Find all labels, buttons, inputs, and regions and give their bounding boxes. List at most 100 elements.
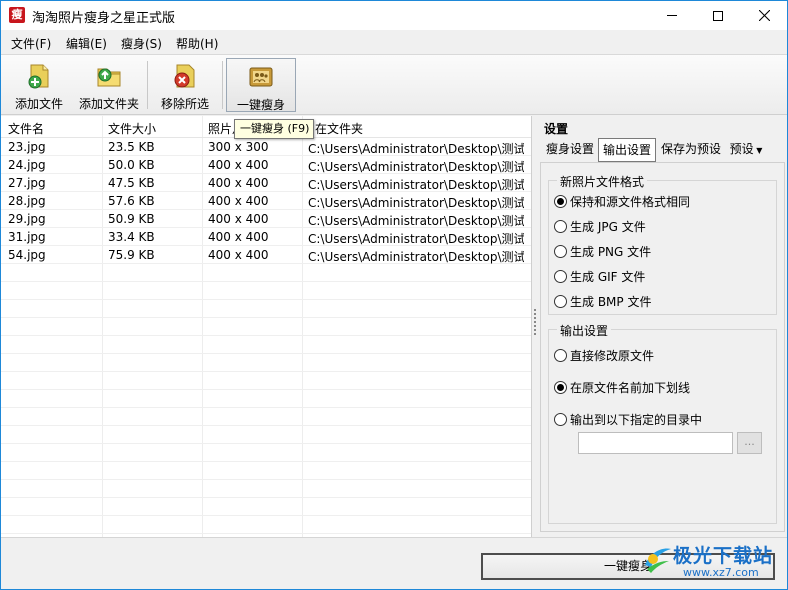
radio-circle	[554, 349, 567, 362]
empty-row	[1, 300, 531, 318]
cell-folder: C:\Users\Administrator\Desktop\测试...	[308, 142, 524, 156]
cell-folder: C:\Users\Administrator\Desktop\测试...	[308, 232, 524, 246]
radio-circle	[554, 381, 567, 394]
radio-label: 输出到以下指定的目录中	[570, 413, 703, 427]
radio-underscore-prefix[interactable]: 在原文件名前加下划线	[554, 379, 690, 396]
watermark-name: 极光下载站	[673, 545, 774, 567]
add-folder-icon	[97, 68, 121, 87]
tooltip: 一键瘦身 (F9)	[234, 119, 314, 139]
tab-output-settings[interactable]: 输出设置	[598, 138, 656, 162]
empty-row	[1, 390, 531, 408]
menu-help[interactable]: 帮助(H)	[176, 35, 218, 52]
minimize-button[interactable]	[649, 1, 695, 30]
cell-filename: 27.jpg	[8, 176, 46, 190]
window-title: 淘淘照片瘦身之星正式版	[32, 11, 176, 26]
cell-dimensions: 400 x 400	[208, 158, 269, 172]
table-row[interactable]: 24.jpg 50.0 KB 400 x 400 C:\Users\Administr…	[1, 156, 531, 174]
close-button[interactable]	[741, 1, 787, 30]
table-row[interactable]: 54.jpg 75.9 KB 400 x 400 C:\Users\Administr…	[1, 246, 531, 264]
empty-row	[1, 354, 531, 372]
one-click-slim-label: 一键瘦身	[236, 98, 285, 112]
table-row[interactable]: 27.jpg 47.5 KB 400 x 400 C:\Users\Administr…	[1, 174, 531, 192]
radio-label: 在原文件名前加下划线	[570, 381, 691, 395]
empty-row	[1, 372, 531, 390]
tab-preset[interactable]: 预设 ▼	[726, 138, 766, 162]
radio-label: 生成 GIF 文件	[570, 270, 646, 284]
photos-icon	[249, 67, 273, 87]
one-click-slim-button[interactable]: 一键瘦身	[226, 58, 296, 112]
radio-circle	[554, 195, 567, 208]
tab-preset-label: 预设	[729, 142, 754, 156]
header-filename[interactable]: 文件名	[8, 120, 98, 137]
watermark: 极光下载站 www.xz7.com	[641, 541, 786, 587]
toolbar-separator	[147, 61, 148, 109]
table-row[interactable]: 28.jpg 57.6 KB 400 x 400 C:\Users\Administr…	[1, 192, 531, 210]
cell-dimensions: 400 x 400	[208, 194, 269, 208]
header-folder[interactable]: 在文件夹	[315, 120, 363, 137]
file-table[interactable]: 文件名 文件大小 照片月 在文件夹 23.jpg 23.5 KB 300 x 300…	[1, 116, 532, 537]
cell-filesize: 50.0 KB	[108, 158, 155, 172]
radio-label: 直接修改原文件	[570, 349, 655, 363]
radio-circle	[554, 245, 567, 258]
cell-filename: 31.jpg	[8, 230, 46, 244]
empty-row	[1, 516, 531, 534]
empty-row	[1, 498, 531, 516]
radio-circle	[554, 413, 567, 426]
tab-save-preset[interactable]: 保存为预设	[658, 138, 724, 162]
add-file-icon	[28, 64, 49, 89]
radio-keep-format[interactable]: 保持和源文件格式相同	[554, 193, 690, 210]
menu-file[interactable]: 文件(F)	[11, 35, 51, 52]
cell-filesize: 57.6 KB	[108, 194, 155, 208]
cell-filename: 23.jpg	[8, 140, 46, 154]
cell-folder: C:\Users\Administrator\Desktop\测试...	[308, 196, 524, 210]
radio-modify-original[interactable]: 直接修改原文件	[554, 347, 654, 364]
output-directory-input[interactable]	[578, 432, 733, 454]
cell-dimensions: 400 x 400	[208, 212, 269, 226]
cell-dimensions: 400 x 400	[208, 230, 269, 244]
cell-filename: 28.jpg	[8, 194, 46, 208]
radio-png[interactable]: 生成 PNG 文件	[554, 243, 651, 260]
maximize-icon	[713, 10, 723, 21]
cell-filesize: 23.5 KB	[108, 140, 155, 154]
maximize-button[interactable]	[695, 1, 741, 30]
add-file-label: 添加文件	[14, 97, 63, 111]
radio-bmp[interactable]: 生成 BMP 文件	[554, 293, 651, 310]
cell-filesize: 47.5 KB	[108, 176, 155, 190]
radio-label: 生成 PNG 文件	[570, 245, 652, 259]
toolbar: 添加文件 添加文件夹 移除所选 一键瘦身	[1, 55, 787, 115]
add-folder-button[interactable]: 添加文件夹	[76, 58, 142, 112]
radio-jpg[interactable]: 生成 JPG 文件	[554, 218, 646, 235]
toolbar-separator	[222, 61, 223, 109]
menu-slim[interactable]: 瘦身(S)	[121, 35, 162, 52]
table-row[interactable]: 23.jpg 23.5 KB 300 x 300 C:\Users\Administr…	[1, 138, 531, 156]
table-row[interactable]: 29.jpg 50.9 KB 400 x 400 C:\Users\Administr…	[1, 210, 531, 228]
empty-row	[1, 480, 531, 498]
cell-filesize: 75.9 KB	[108, 248, 155, 262]
title-bar: 瘦 淘淘照片瘦身之星正式版	[1, 1, 787, 30]
menu-bar: 文件(F) 编辑(E) 瘦身(S) 帮助(H)	[1, 30, 787, 55]
app-icon: 瘦	[9, 7, 25, 23]
empty-row	[1, 444, 531, 462]
radio-output-directory[interactable]: 输出到以下指定的目录中	[554, 411, 702, 428]
cell-filesize: 50.9 KB	[108, 212, 155, 226]
splitter-grip	[534, 309, 536, 335]
radio-gif[interactable]: 生成 GIF 文件	[554, 268, 645, 285]
empty-row	[1, 264, 531, 282]
header-filesize[interactable]: 文件大小	[108, 120, 198, 137]
remove-selected-button[interactable]: 移除所选	[155, 58, 215, 112]
table-row[interactable]: 31.jpg 33.4 KB 400 x 400 C:\Users\Administr…	[1, 228, 531, 246]
menu-edit[interactable]: 编辑(E)	[66, 35, 107, 52]
settings-panel: 设置 瘦身设置 输出设置 保存为预设 预设 ▼ 新照片文件格式 输出设置	[538, 116, 787, 537]
minimize-icon	[667, 15, 677, 16]
cell-filesize: 33.4 KB	[108, 230, 155, 244]
browse-button[interactable]: ...	[737, 432, 762, 454]
empty-row	[1, 318, 531, 336]
remove-icon	[174, 64, 195, 88]
tab-slim-settings[interactable]: 瘦身设置	[542, 138, 598, 162]
empty-row	[1, 408, 531, 426]
radio-label: 生成 JPG 文件	[570, 220, 646, 234]
add-file-button[interactable]: 添加文件	[9, 58, 69, 112]
radio-circle	[554, 220, 567, 233]
cell-filename: 54.jpg	[8, 248, 46, 262]
empty-row	[1, 462, 531, 480]
